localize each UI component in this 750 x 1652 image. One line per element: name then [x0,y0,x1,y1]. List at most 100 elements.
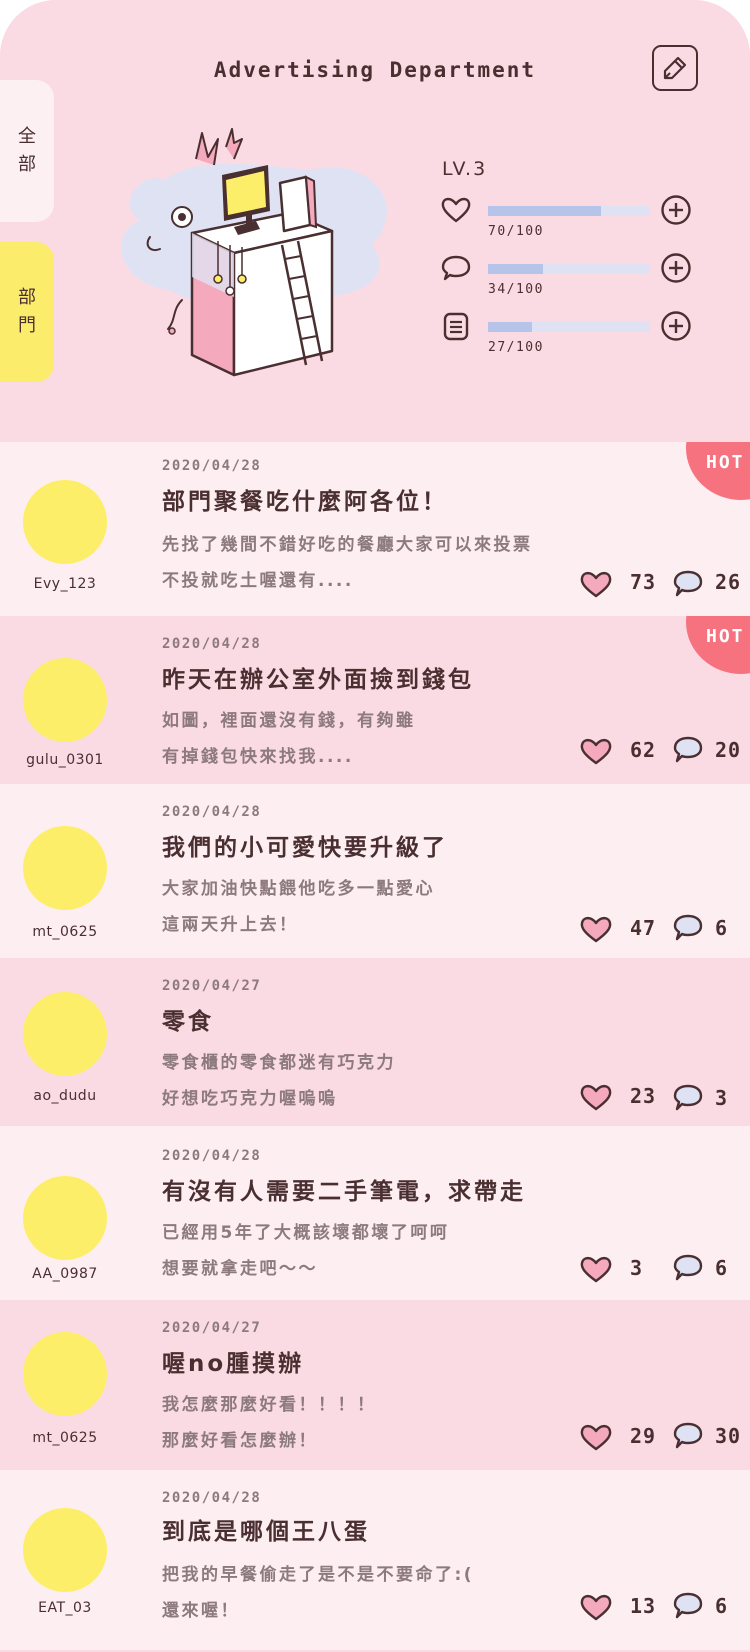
heart-icon[interactable] [579,1082,613,1112]
post-card[interactable]: EAT_03 2020/04/28 到底是哪個王八蛋 把我的早餐偷走了是不是不要… [0,1470,750,1650]
office-illustration [120,128,387,377]
avatar[interactable] [23,826,107,910]
heart-icon[interactable] [579,1592,613,1622]
avatar[interactable] [23,1332,107,1416]
avatar[interactable] [23,1508,107,1592]
hot-badge: HOT [686,616,750,674]
stat-comments: 34/100 [440,252,720,310]
comment-count: 30 [715,1424,742,1448]
post-date: 2020/04/28 [162,636,262,652]
comment-progress-fill [488,264,544,274]
comment-icon[interactable] [672,1082,704,1114]
post-excerpt-line-2: 有掉錢包快來找我.... [162,747,354,767]
department-header: Advertising Department 全 部 部 門 LV.3 70/1… [0,0,750,440]
post-title[interactable]: 喔no腫摸辦 [162,1344,304,1378]
comment-count: 3 [715,1086,729,1110]
heart-icon [441,197,471,223]
username[interactable]: AA_0987 [0,1266,130,1282]
tab-department-char-1: 部 [18,287,36,308]
heart-icon[interactable] [579,736,613,766]
like-count: 13 [630,1594,657,1618]
post-date: 2020/04/27 [162,978,262,994]
post-excerpt-line-1: 把我的早餐偷走了是不是不要命了:( [162,1565,475,1585]
comment-icon[interactable] [672,912,704,944]
heart-progress-bar [488,206,650,216]
comment-icon[interactable] [672,1590,704,1622]
heart-icon[interactable] [579,1254,613,1284]
post-title[interactable]: 到底是哪個王八蛋 [162,1512,370,1546]
document-icon [443,312,469,341]
post-title[interactable]: 部門聚餐吃什麼阿各位！ [162,482,448,516]
username[interactable]: mt_0625 [0,924,130,940]
post-excerpt-line-2: 想要就拿走吧～～ [162,1259,318,1279]
tab-department[interactable]: 部 門 [0,242,54,382]
comment-icon[interactable] [672,1420,704,1452]
post-title[interactable]: 昨天在辦公室外面撿到錢包 [162,660,474,694]
like-count: 47 [630,916,657,940]
add-heart-button[interactable] [660,194,692,226]
comment-count: 26 [715,570,742,594]
post-excerpt-line-2: 這兩天升上去！ [162,915,299,935]
heart-icon[interactable] [579,1422,613,1452]
post-progress-bar [488,322,650,332]
tab-all-char-2: 部 [18,154,36,175]
post-card[interactable]: HOT gulu_0301 2020/04/28 昨天在辦公室外面撿到錢包 如圖… [0,616,750,784]
add-post-button[interactable] [660,310,692,342]
comment-icon[interactable] [672,568,704,600]
heart-progress-fill [488,206,602,216]
post-card[interactable]: mt_0625 2020/04/28 我們的小可愛快要升級了 大家加油快點餵他吃… [0,784,750,958]
post-excerpt-line-1: 如圖，裡面還沒有錢，有夠雖 [162,711,416,731]
username[interactable]: ao_dudu [0,1088,130,1104]
post-date: 2020/04/28 [162,1490,262,1506]
post-title[interactable]: 零食 [162,1002,214,1036]
like-count: 73 [630,570,657,594]
username[interactable]: EAT_03 [0,1600,130,1616]
pencil-icon [663,56,687,80]
comment-count: 6 [715,1594,729,1618]
heart-count: 70/100 [488,224,544,239]
edit-button[interactable] [652,45,698,91]
post-date: 2020/04/28 [162,458,262,474]
post-title[interactable]: 有沒有人需要二手筆電，求帶走 [162,1172,526,1206]
heart-icon[interactable] [579,569,613,599]
post-card[interactable]: mt_0625 2020/04/27 喔no腫摸辦 我怎麼那麼好看！！！！ 那麼… [0,1300,750,1470]
like-count: 23 [630,1084,657,1108]
comment-count: 34/100 [488,282,544,297]
speech-bubble-icon [441,255,471,281]
hot-badge-label: HOT [706,626,745,647]
comment-progress-bar [488,264,650,274]
comment-icon[interactable] [672,734,704,766]
avatar[interactable] [23,992,107,1076]
post-card[interactable]: HOT Evy_123 2020/04/28 部門聚餐吃什麼阿各位！ 先找了幾間… [0,442,750,616]
post-excerpt-line-1: 零食櫃的零食都迷有巧克力 [162,1053,396,1073]
username[interactable]: gulu_0301 [0,752,130,768]
tab-all[interactable]: 全 部 [0,80,54,222]
post-excerpt-line-2: 還來喔！ [162,1601,240,1621]
tab-department-char-2: 門 [18,315,36,336]
hot-badge-label: HOT [706,452,745,473]
username[interactable]: Evy_123 [0,576,130,592]
post-progress-fill [488,322,532,332]
post-excerpt-line-1: 先找了幾間不錯好吃的餐廳大家可以來投票 [162,535,533,555]
avatar[interactable] [23,480,107,564]
like-count: 29 [630,1424,657,1448]
post-card[interactable]: AA_0987 2020/04/28 有沒有人需要二手筆電，求帶走 已經用5年了… [0,1126,750,1300]
avatar[interactable] [23,1176,107,1260]
add-comment-button[interactable] [660,252,692,284]
post-date: 2020/04/28 [162,1148,262,1164]
username[interactable]: mt_0625 [0,1430,130,1446]
post-excerpt-line-2: 好想吃巧克力喔嗚嗚 [162,1089,338,1109]
post-title[interactable]: 我們的小可愛快要升級了 [162,828,448,862]
avatar[interactable] [23,658,107,742]
stat-hearts: 70/100 [440,194,720,252]
post-excerpt-line-2: 那麼好看怎麼辦！ [162,1431,318,1451]
level-label: LV.3 [442,158,488,180]
comment-icon[interactable] [672,1252,704,1284]
comment-count: 20 [715,738,742,762]
post-card[interactable]: ao_dudu 2020/04/27 零食 零食櫃的零食都迷有巧克力 好想吃巧克… [0,958,750,1126]
comment-count: 6 [715,1256,729,1280]
heart-icon[interactable] [579,914,613,944]
like-count: 62 [630,738,657,762]
post-count: 27/100 [488,340,544,355]
post-excerpt-line-1: 大家加油快點餵他吃多一點愛心 [162,879,435,899]
